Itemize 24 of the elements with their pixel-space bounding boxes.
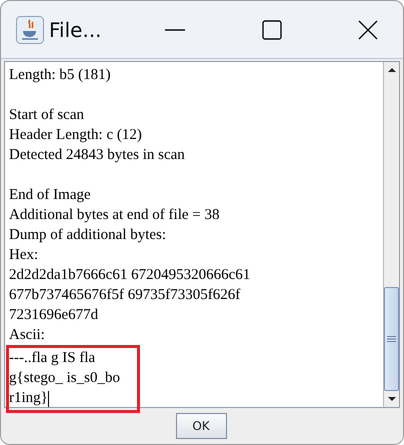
scroll-thumb[interactable] <box>384 287 399 391</box>
text-line: End of Image <box>9 187 91 203</box>
text-line: Dump of additional bytes: <box>9 227 166 243</box>
text-caret <box>48 390 49 407</box>
text-line: Length: b5 (181) <box>9 67 111 83</box>
window-title: File... <box>49 18 102 42</box>
close-icon[interactable] <box>358 20 378 40</box>
text-line: r1ing} <box>9 390 48 406</box>
text-line: 2d2d2da1b7666c61 6720495320666c61 <box>9 267 250 283</box>
vertical-scrollbar[interactable] <box>383 62 399 407</box>
grip-icon <box>387 336 396 342</box>
text-line: 677b737465676f5f 69735f73305f626f <box>9 287 240 303</box>
maximize-icon[interactable] <box>262 20 282 40</box>
ok-button[interactable]: OK <box>176 413 226 439</box>
text-line: Hex: <box>9 247 38 263</box>
text-line: Ascii: <box>9 327 45 343</box>
text-line: Header Length: c (12) <box>9 127 142 143</box>
text-line: ---..fla g IS fla <box>9 350 96 366</box>
text-line: Detected 24843 bytes in scan <box>9 147 185 163</box>
text-line: g{stego_ is_s0_bo <box>9 370 120 386</box>
text-line: 7231696e677d <box>9 307 98 323</box>
coffee-cup-icon <box>16 16 44 44</box>
text-line: Additional bytes at end of file = 38 <box>9 207 220 223</box>
text-line: Start of scan <box>9 107 84 123</box>
